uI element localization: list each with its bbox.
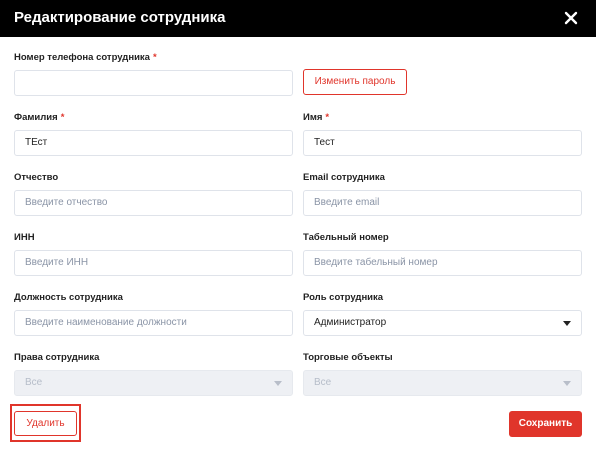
phone-input[interactable] xyxy=(14,70,293,96)
role-label: Роль сотрудника xyxy=(303,292,384,303)
role-select[interactable]: Администратор xyxy=(303,310,582,336)
personnel-number-input[interactable]: Введите табельный номер xyxy=(303,250,582,276)
rights-select[interactable]: Все xyxy=(14,370,293,396)
change-password-button[interactable]: Изменить пароль xyxy=(303,69,407,95)
dialog-header: Редактирование сотрудника xyxy=(0,0,596,37)
chevron-down-icon xyxy=(274,381,282,386)
last-name-label: Фамилия * xyxy=(14,112,65,123)
email-input[interactable]: Введите email xyxy=(303,190,582,216)
role-select-value: Администратор xyxy=(314,317,387,328)
inn-label: ИНН xyxy=(14,232,35,243)
delete-button[interactable]: Удалить xyxy=(14,411,77,436)
last-name-input[interactable]: ТЕст xyxy=(14,130,293,156)
stores-label: Торговые объекты xyxy=(303,352,393,363)
rights-label: Права сотрудника xyxy=(14,352,100,363)
save-button[interactable]: Сохранить xyxy=(509,411,582,437)
chevron-down-icon xyxy=(563,321,571,326)
personnel-number-label: Табельный номер xyxy=(303,232,389,243)
middle-name-input[interactable]: Введите отчество xyxy=(14,190,293,216)
dialog-title: Редактирование сотрудника xyxy=(14,9,226,26)
email-label: Email сотрудника xyxy=(303,172,385,183)
close-icon[interactable] xyxy=(561,8,581,28)
chevron-down-icon xyxy=(563,381,571,386)
inn-input[interactable]: Введите ИНН xyxy=(14,250,293,276)
stores-select[interactable]: Все xyxy=(303,370,582,396)
position-label: Должность сотрудника xyxy=(14,292,123,303)
first-name-input[interactable]: Тест xyxy=(303,130,582,156)
position-input[interactable]: Введите наименование должности xyxy=(14,310,293,336)
stores-select-value: Все xyxy=(314,377,332,388)
first-name-label: Имя * xyxy=(303,112,330,123)
middle-name-label: Отчество xyxy=(14,172,59,183)
rights-select-value: Все xyxy=(25,377,43,388)
phone-label: Номер телефона сотрудника * xyxy=(14,52,157,63)
